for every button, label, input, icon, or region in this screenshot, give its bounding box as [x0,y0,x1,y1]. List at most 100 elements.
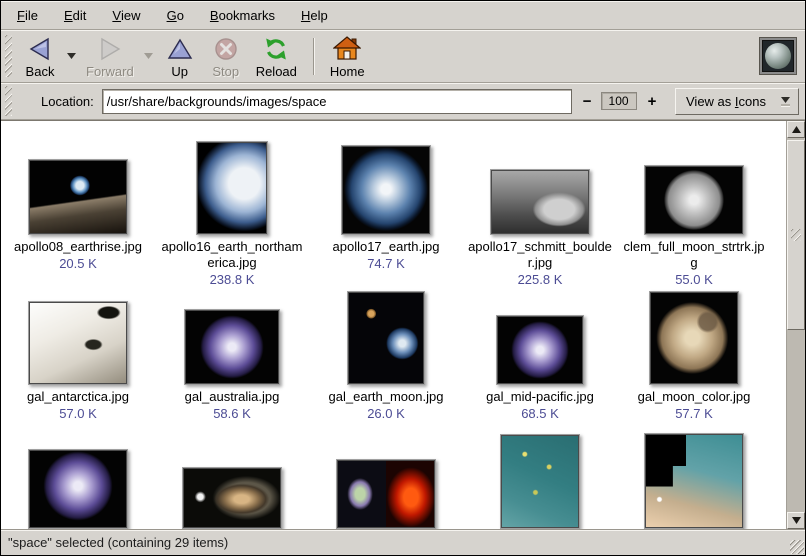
forward-button: Forward [79,32,141,81]
location-bar: Location: − 100 + View as Icons [1,83,805,120]
resize-grip[interactable] [790,540,804,554]
file-item[interactable] [155,427,309,529]
vertical-scrollbar[interactable] [786,121,805,529]
view-mode-label: View as Icons [686,94,766,109]
file-thumbnail[interactable] [496,315,584,385]
back-button[interactable]: Back [17,32,63,81]
view-mode-selector[interactable]: View as Icons [675,88,799,115]
thumbnail-wrapper [490,131,590,235]
thumbnail-wrapper [649,285,739,385]
scroll-up-button[interactable] [787,121,805,138]
file-item[interactable] [617,427,771,529]
back-dropdown-arrow[interactable] [63,34,79,78]
file-item[interactable] [463,427,617,529]
file-name[interactable]: apollo16_earth_northamerica.jpg [159,239,305,271]
location-input[interactable] [102,89,572,114]
menu-go[interactable]: Go [157,1,194,29]
file-thumbnail[interactable] [196,141,268,235]
thumbnail-wrapper [28,427,128,529]
file-thumbnail[interactable] [347,291,425,385]
file-row: apollo08_earthrise.jpg20.5 Kapollo16_ear… [1,131,786,285]
file-thumbnail[interactable] [341,145,431,235]
thumbnail-wrapper [196,131,268,235]
file-size: 57.7 K [675,406,713,421]
file-item[interactable] [309,427,463,529]
file-item[interactable]: apollo17_earth.jpg74.7 K [309,131,463,271]
scroll-down-icon [792,517,801,524]
file-item[interactable]: gal_moon_color.jpg57.7 K [617,285,771,421]
menu-bookmarks[interactable]: Bookmarks [200,1,285,29]
thumbnail-wrapper [644,427,744,529]
zoom-in-button[interactable]: + [643,93,662,110]
up-icon [167,35,193,63]
forward-icon [97,35,123,63]
file-thumbnail[interactable] [649,291,739,385]
file-name[interactable]: gal_earth_moon.jpg [329,389,444,405]
toolbar-button-label: Reload [256,64,297,79]
thumbnail-wrapper [496,285,584,385]
menu-help[interactable]: Help [291,1,338,29]
menu-edit[interactable]: Edit [54,1,96,29]
throbber-globe-icon [765,43,791,69]
icon-grid: apollo08_earthrise.jpg20.5 Kapollo16_ear… [1,121,786,529]
file-name[interactable]: clem_full_moon_strtrk.jpg [621,239,767,271]
file-name[interactable]: gal_australia.jpg [185,389,280,405]
thumbnail-wrapper [341,131,431,235]
up-button[interactable]: Up [157,32,203,81]
home-button[interactable]: Home [323,32,372,81]
scroll-down-button[interactable] [787,512,805,529]
file-item[interactable]: gal_australia.jpg58.6 K [155,285,309,421]
file-item[interactable]: gal_mid-pacific.jpg68.5 K [463,285,617,421]
file-item[interactable]: apollo17_schmitt_boulder.jpg225.8 K [463,131,617,287]
file-item[interactable]: clem_full_moon_strtrk.jpg55.0 K [617,131,771,287]
toolbar-button-label: Stop [212,64,239,79]
file-name[interactable]: gal_mid-pacific.jpg [486,389,594,405]
throbber-frame [762,40,794,72]
home-icon [333,35,361,63]
forward-dropdown-arrow [141,34,157,78]
throbber [759,37,797,75]
menu-file[interactable]: File [7,1,48,29]
combo-indicator [778,94,793,109]
file-thumbnail[interactable] [28,449,128,529]
toolbar-grip-handle[interactable] [5,35,12,77]
scrollbar-track[interactable] [787,138,805,512]
file-thumbnail[interactable] [182,467,282,529]
file-item[interactable]: apollo08_earthrise.jpg20.5 K [1,131,155,271]
file-item[interactable] [1,427,155,529]
toolbar-button-label: Forward [86,64,134,79]
file-thumbnail[interactable] [500,434,580,529]
file-size: 74.7 K [367,256,405,271]
file-thumbnail[interactable] [184,309,280,385]
thumbnail-wrapper [336,427,436,529]
file-thumbnail[interactable] [644,433,744,529]
file-item[interactable]: gal_antarctica.jpg57.0 K [1,285,155,421]
back-icon [27,35,53,63]
chevron-down-icon [781,97,790,103]
scroll-up-icon [792,126,801,133]
zoom-out-button[interactable]: − [578,93,597,110]
menu-view[interactable]: View [102,1,150,29]
file-thumbnail[interactable] [336,459,436,529]
location-bar-grip-handle[interactable] [5,86,12,116]
file-name[interactable]: gal_antarctica.jpg [27,389,129,405]
reload-icon [263,35,289,63]
file-name[interactable]: gal_moon_color.jpg [638,389,751,405]
thumbnail-wrapper [500,427,580,529]
file-thumbnail[interactable] [28,159,128,235]
file-size: 57.0 K [59,406,97,421]
file-thumbnail[interactable] [644,165,744,235]
reload-button[interactable]: Reload [249,32,304,81]
file-size: 26.0 K [367,406,405,421]
file-name[interactable]: apollo17_earth.jpg [333,239,440,255]
scrollbar-thumb[interactable] [787,140,805,330]
file-size: 20.5 K [59,256,97,271]
file-thumbnail[interactable] [28,301,128,385]
location-label: Location: [41,94,94,109]
file-item[interactable]: apollo16_earth_northamerica.jpg238.8 K [155,131,309,287]
file-thumbnail[interactable] [490,169,590,235]
file-name[interactable]: apollo08_earthrise.jpg [14,239,142,255]
file-item[interactable]: gal_earth_moon.jpg26.0 K [309,285,463,421]
file-name[interactable]: apollo17_schmitt_boulder.jpg [467,239,613,271]
status-text: "space" selected (containing 29 items) [8,535,228,550]
